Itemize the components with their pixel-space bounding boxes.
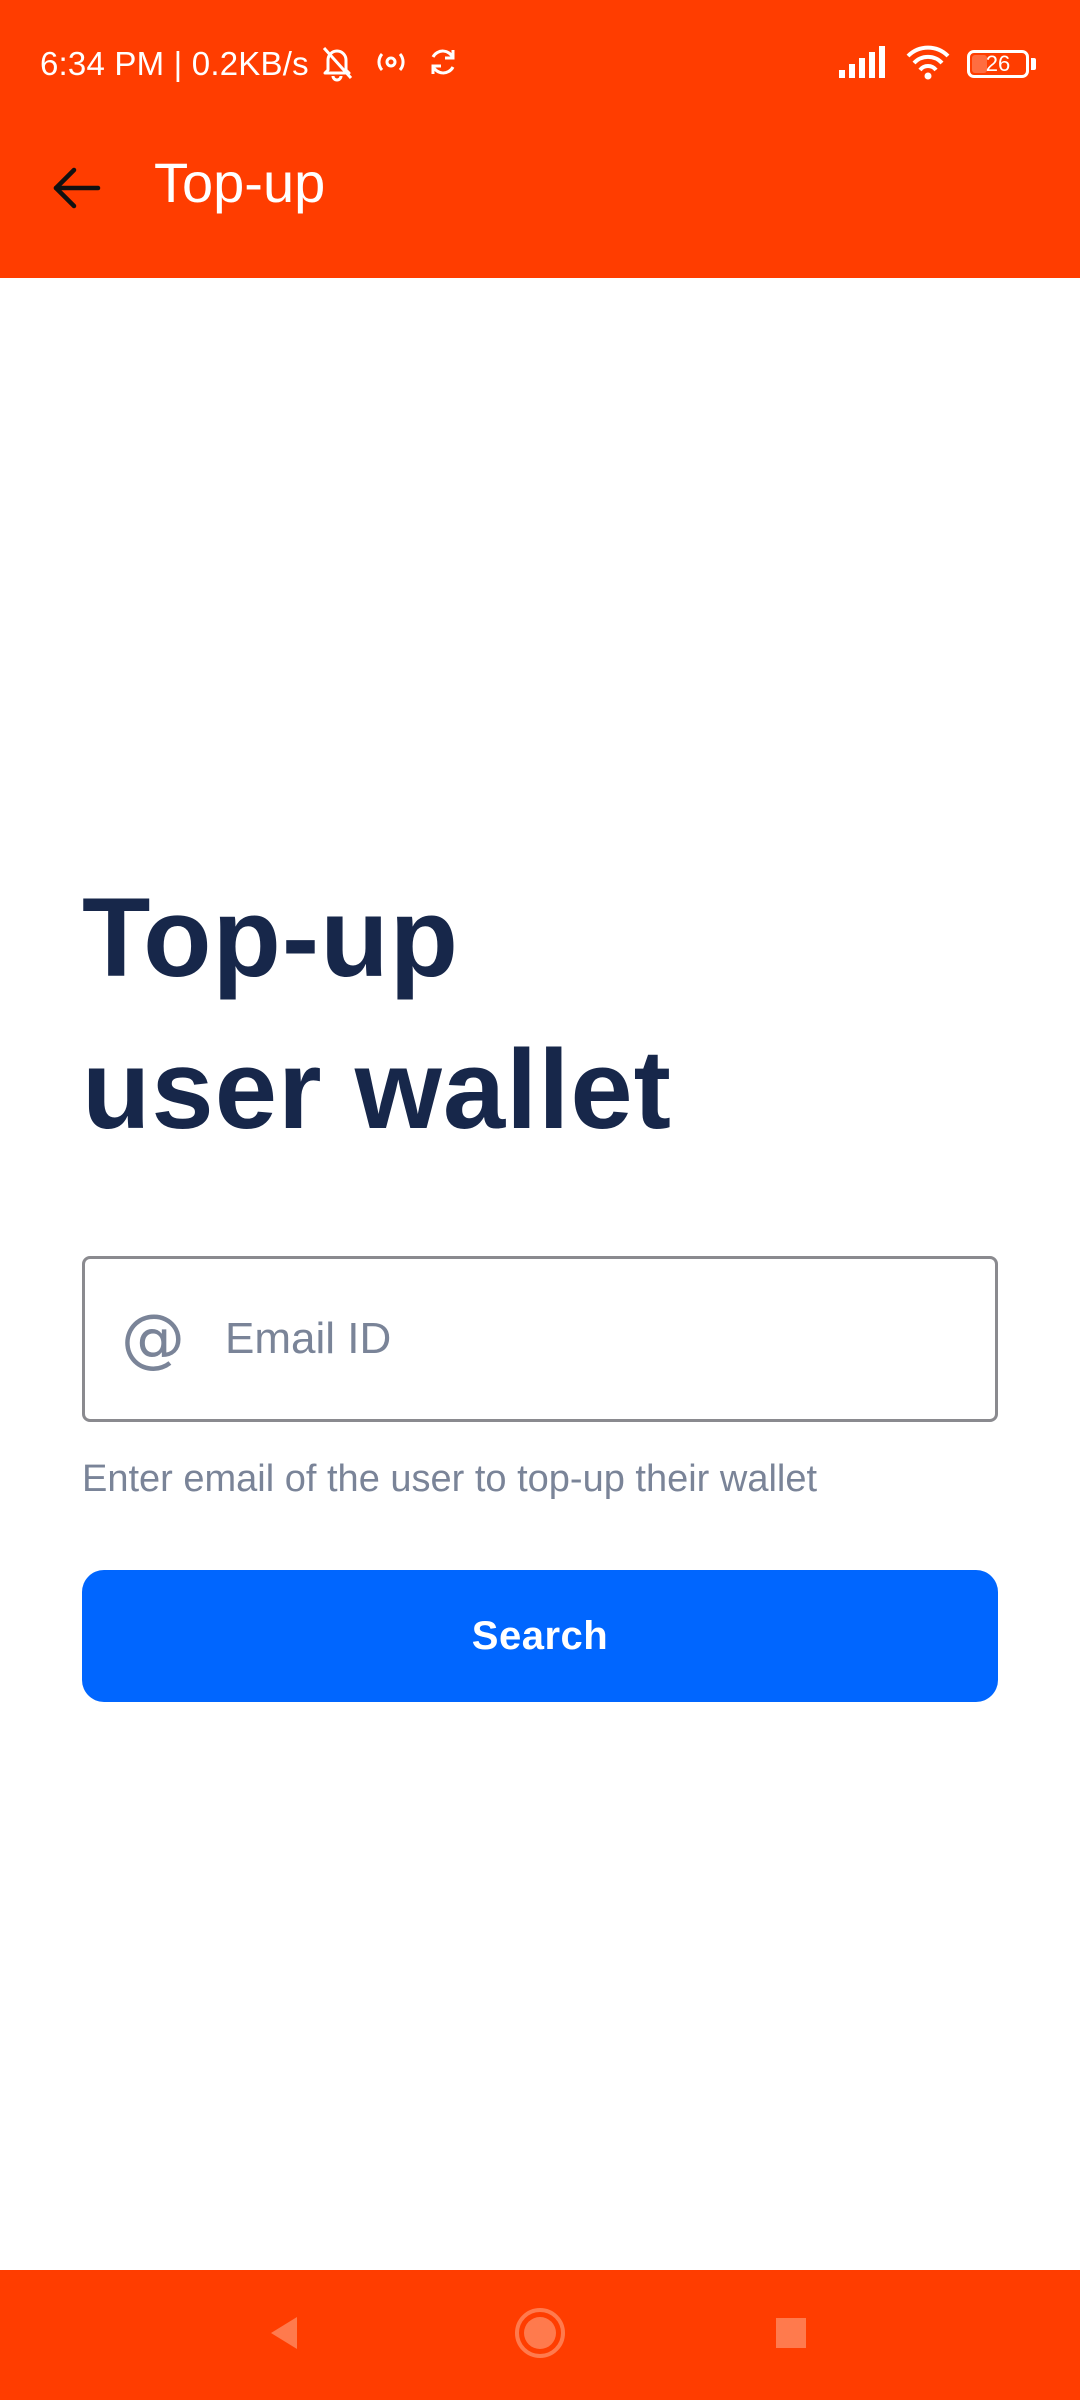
status-icons-left bbox=[318, 42, 460, 86]
hotspot-icon bbox=[374, 47, 408, 82]
nav-home-button[interactable] bbox=[505, 2300, 575, 2370]
nav-back-button[interactable] bbox=[250, 2300, 320, 2370]
signal-icon bbox=[839, 45, 889, 83]
status-icons-right: 26 bbox=[839, 44, 1036, 84]
page-headline: Top-up user wallet bbox=[82, 862, 982, 1166]
back-triangle-icon bbox=[265, 2313, 305, 2358]
battery-tip bbox=[1031, 58, 1036, 70]
at-sign-icon: @ bbox=[121, 1302, 185, 1376]
recents-square-icon bbox=[773, 2315, 809, 2356]
sync-icon bbox=[426, 45, 460, 84]
battery-percentage: 26 bbox=[985, 51, 1011, 76]
headline-line-2: user wallet bbox=[82, 1027, 672, 1152]
headline-line-1: Top-up bbox=[82, 875, 460, 1000]
nav-recents-button[interactable] bbox=[756, 2300, 826, 2370]
home-circle-icon bbox=[513, 2306, 567, 2365]
email-field[interactable]: @ bbox=[82, 1256, 998, 1422]
status-time: 6:34 PM | 0.2KB/s bbox=[40, 45, 309, 82]
app-bar: 6:34 PM | 0.2KB/s 26 Top-up bbox=[0, 0, 1080, 278]
muted-bell-icon bbox=[318, 42, 356, 87]
back-button[interactable] bbox=[36, 150, 116, 230]
arrow-left-icon bbox=[50, 166, 102, 215]
battery-indicator: 26 bbox=[967, 50, 1036, 78]
wifi-icon bbox=[905, 44, 951, 85]
email-input[interactable] bbox=[225, 1259, 965, 1419]
search-button[interactable]: Search bbox=[82, 1570, 998, 1702]
battery-level-fill bbox=[972, 55, 987, 73]
email-helper-text: Enter email of the user to top-up their … bbox=[82, 1458, 818, 1500]
toolbar-title: Top-up bbox=[154, 151, 326, 214]
system-nav-bar bbox=[0, 2270, 1080, 2400]
battery-icon: 26 bbox=[967, 50, 1029, 78]
status-bar: 6:34 PM | 0.2KB/s 26 bbox=[0, 0, 1080, 130]
